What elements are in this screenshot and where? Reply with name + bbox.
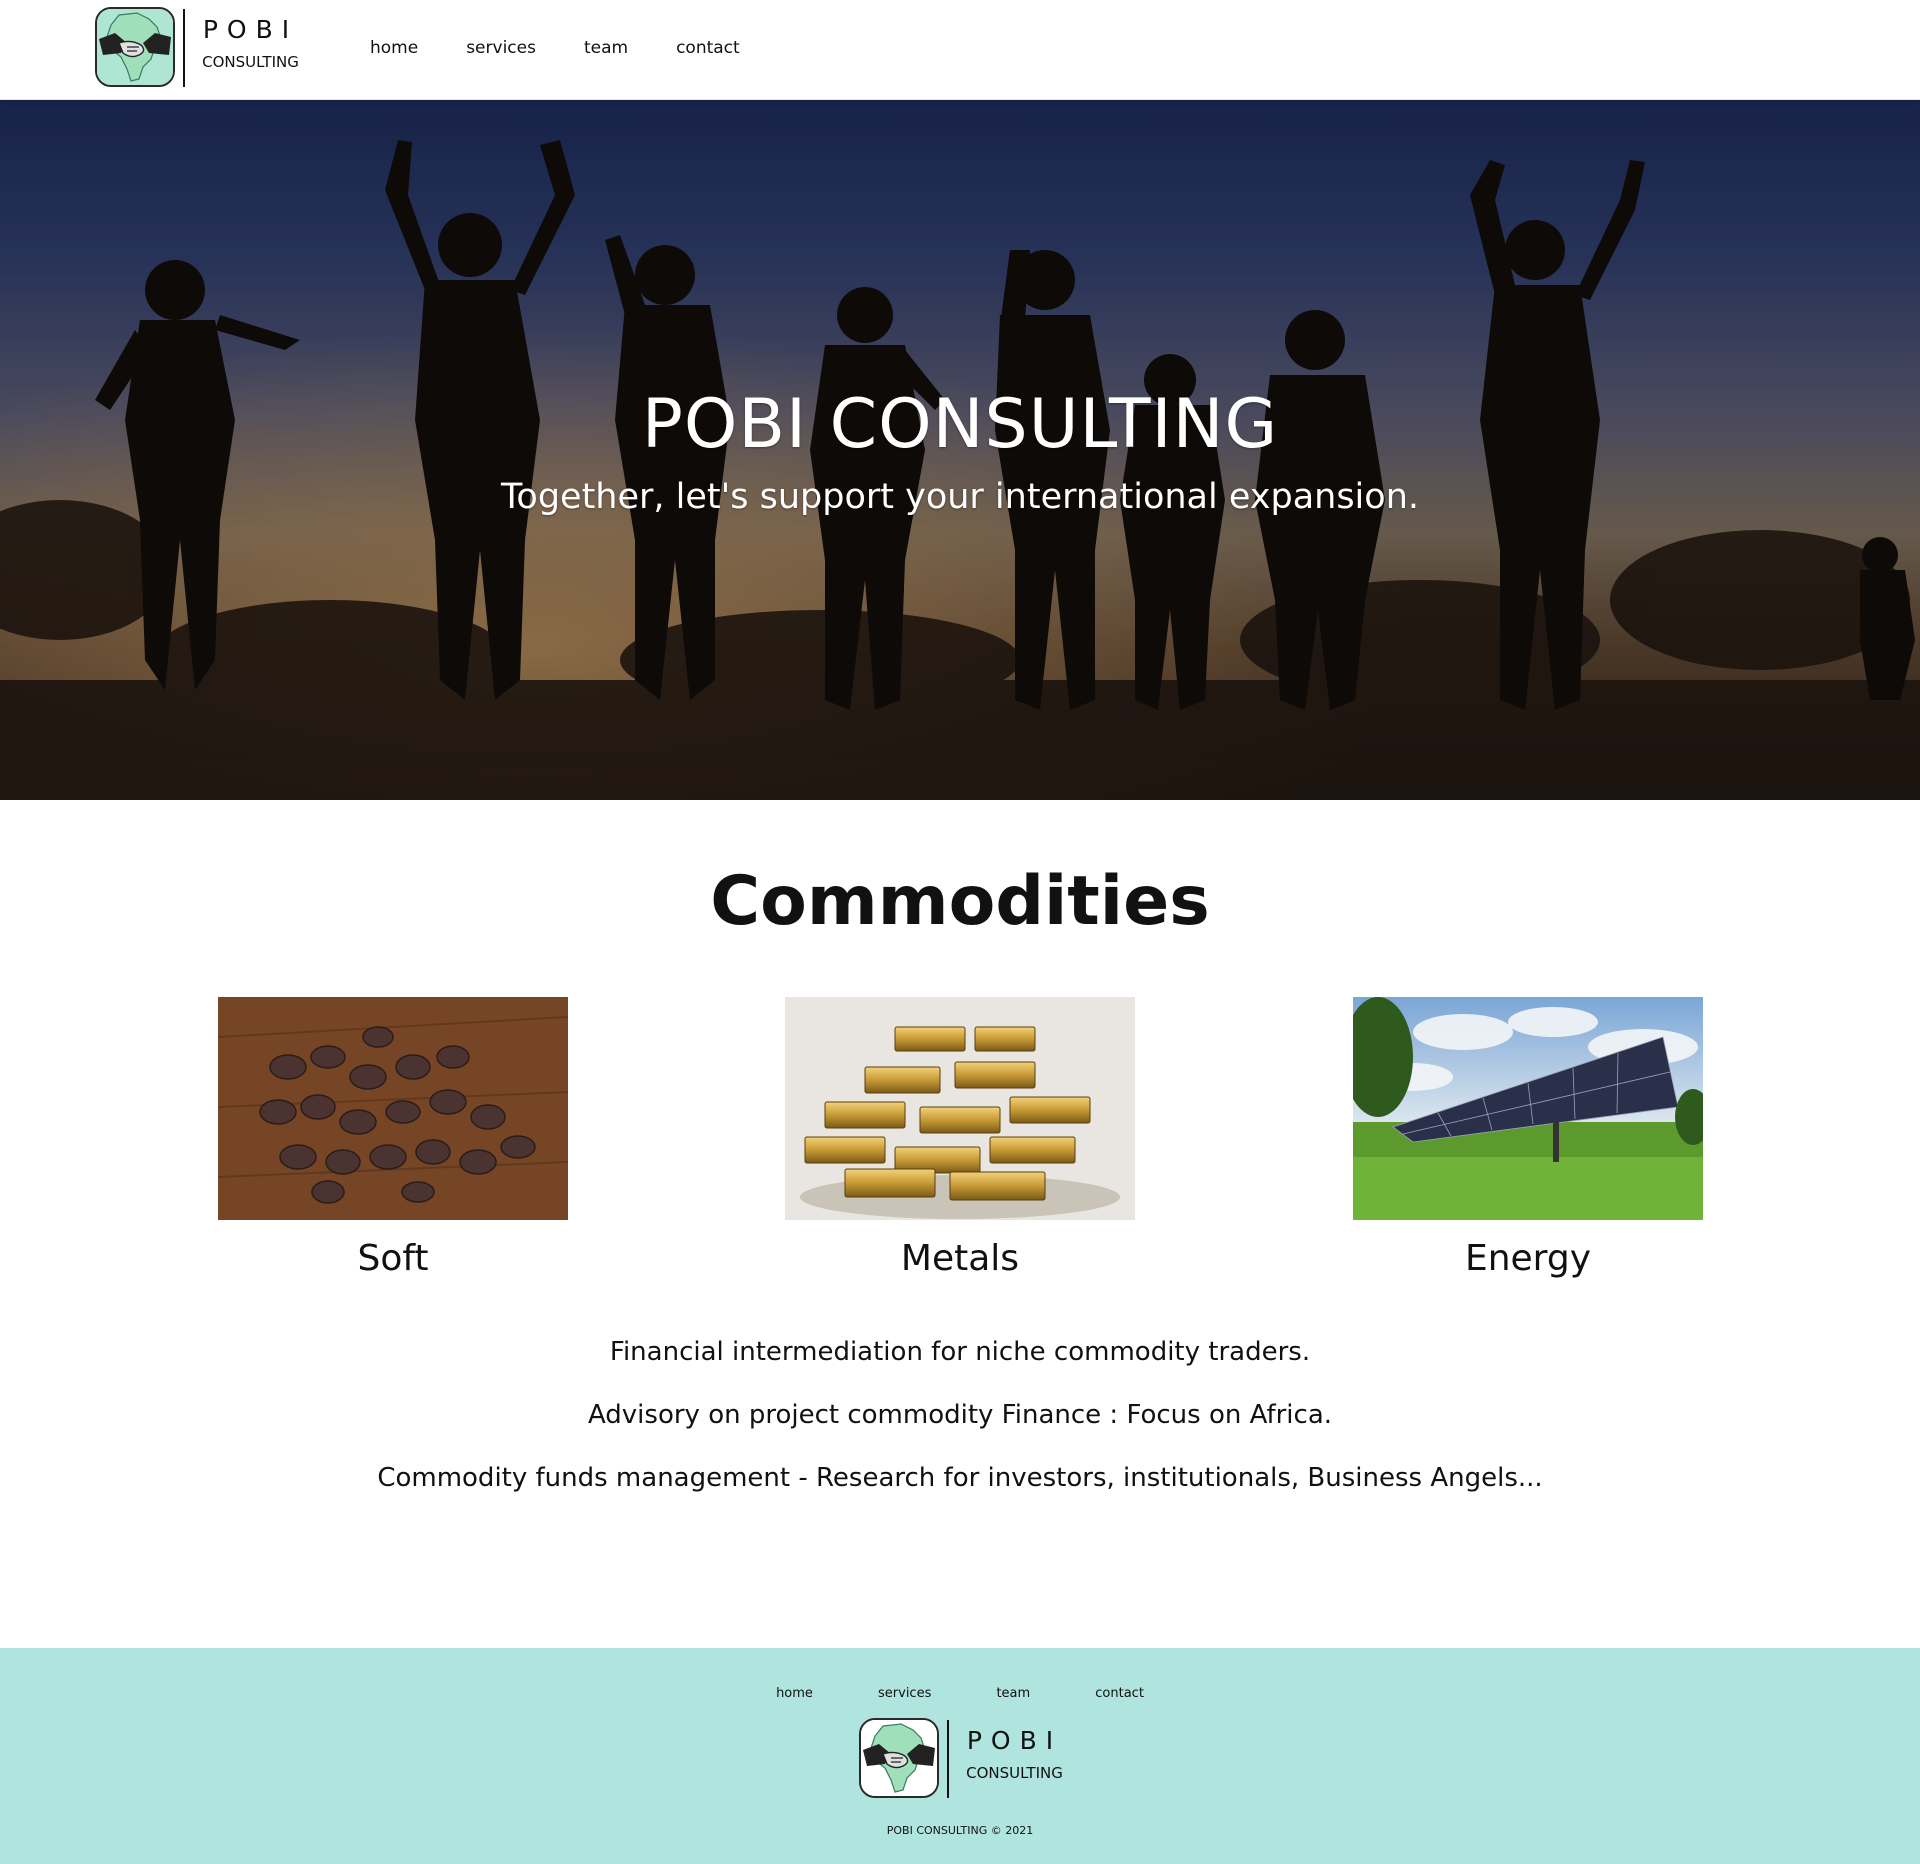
- commodity-card-energy[interactable]: Energy: [1353, 997, 1703, 1279]
- nav-team-link[interactable]: team: [584, 38, 628, 58]
- brand-subname: CONSULTING: [966, 1764, 1063, 1782]
- brand-name: POBI: [202, 15, 299, 44]
- cocoa-beans-image: [218, 997, 568, 1220]
- nav-contact-link[interactable]: contact: [676, 38, 740, 58]
- footer-home-link[interactable]: home: [776, 1686, 813, 1701]
- commodity-card-metals[interactable]: Metals: [785, 997, 1135, 1279]
- commodity-card-soft[interactable]: Soft: [218, 997, 568, 1279]
- commodity-label-soft: Soft: [357, 1238, 429, 1279]
- service-description: Financial intermediation for niche commo…: [609, 1337, 1311, 1367]
- commodities-title: Commodities: [710, 862, 1210, 941]
- service-description: Advisory on project commodity Finance : …: [587, 1400, 1333, 1430]
- solar-panels-image: [1353, 997, 1703, 1220]
- footer-brand-logo[interactable]: POBI CONSULTING: [859, 1718, 1069, 1798]
- gold-bars-image: [785, 997, 1135, 1220]
- brand-subname: CONSULTING: [202, 53, 299, 71]
- logo-divider: [183, 9, 185, 87]
- hero-banner: POBI CONSULTING Together, let's support …: [0, 100, 1920, 800]
- copyright-text: POBI CONSULTING © 2021: [886, 1824, 1034, 1837]
- commodity-label-metals: Metals: [900, 1238, 1020, 1279]
- footer-services-link[interactable]: services: [878, 1686, 931, 1701]
- service-description: Commodity funds management - Research fo…: [377, 1463, 1543, 1493]
- commodity-label-energy: Energy: [1464, 1238, 1592, 1279]
- footer-team-link[interactable]: team: [996, 1686, 1030, 1701]
- footer-nav: home services team contact: [0, 1682, 1920, 1701]
- footer-contact-link[interactable]: contact: [1095, 1686, 1144, 1701]
- site-footer: home services team contact POBI CONSULTI…: [0, 1648, 1920, 1864]
- hero-title: POBI CONSULTING: [641, 385, 1279, 464]
- main-nav: home services team contact: [370, 38, 788, 58]
- brand-name: POBI: [966, 1726, 1063, 1755]
- brand-logo[interactable]: POBI CONSULTING: [95, 7, 305, 87]
- site-header: POBI CONSULTING home services team conta…: [0, 0, 1920, 100]
- handshake-africa-icon: [859, 1718, 939, 1798]
- nav-home-link[interactable]: home: [370, 38, 418, 58]
- handshake-africa-icon: [95, 7, 175, 87]
- hero-subtitle: Together, let's support your internation…: [500, 477, 1420, 517]
- nav-services-link[interactable]: services: [466, 38, 536, 58]
- logo-divider: [947, 1720, 949, 1798]
